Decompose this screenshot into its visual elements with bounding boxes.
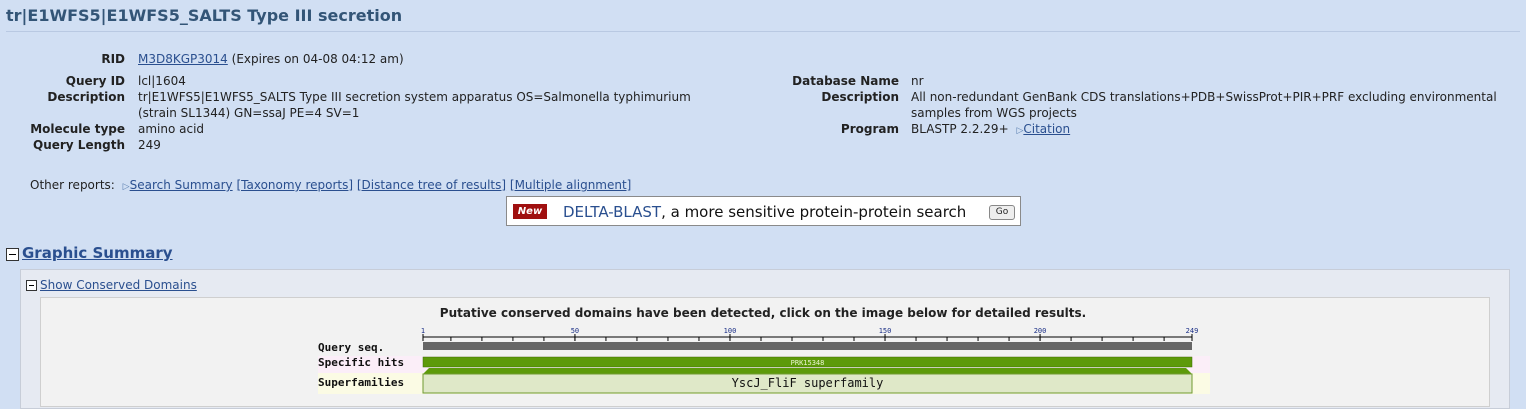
title-divider: [6, 31, 1520, 32]
rid-link[interactable]: M3D8KGP3014: [138, 52, 228, 66]
db-description-label: Description: [821, 90, 899, 104]
other-reports: Other reports: ▷Search Summary [Taxonomy…: [30, 178, 631, 192]
axis-tick-label: 249: [1186, 327, 1199, 335]
db-name-label: Database Name: [792, 74, 899, 88]
length-value: 249: [138, 138, 161, 152]
graphic-summary-header: Graphic Summary: [6, 244, 173, 262]
search-summary-link[interactable]: Search Summary: [130, 178, 233, 192]
program-value: BLASTP 2.2.29+: [911, 122, 1009, 136]
axis-tick-label: 150: [879, 327, 892, 335]
program-row: Program BLASTP 2.2.29+ ▷Citation: [0, 121, 1520, 137]
collapse-icon[interactable]: [6, 248, 19, 261]
show-conserved-domains-link[interactable]: Show Conserved Domains: [40, 278, 197, 292]
new-badge: New: [513, 204, 547, 219]
graphic-summary-title[interactable]: Graphic Summary: [22, 244, 173, 262]
delta-blast-text: DELTA-BLAST, a more sensitive protein-pr…: [563, 203, 966, 221]
citation-link[interactable]: Citation: [1023, 122, 1070, 136]
rid-label: RID: [101, 52, 125, 66]
db-description-row: Description All non-redundant GenBank CD…: [0, 89, 1520, 121]
delta-blast-banner: New DELTA-BLAST, a more sensitive protei…: [506, 196, 1021, 226]
domain-track[interactable]: 1 50 100 150 200 249PRK15348YscJ_FliF superfa…: [318, 326, 1210, 404]
other-reports-label: Other reports:: [30, 178, 115, 192]
conserved-domains-graphic[interactable]: Query seq. Specific hits Superfamilies 1…: [318, 326, 1210, 404]
rid-expires: (Expires on 04-08 04:12 am): [231, 52, 404, 66]
delta-blast-link[interactable]: DELTA-BLAST: [563, 203, 661, 221]
db-name-value: nr: [911, 74, 924, 88]
page-title: tr|E1WFS5|E1WFS5_SALTS Type III secretio…: [6, 6, 403, 25]
collapse-icon[interactable]: [26, 280, 37, 291]
triangle-right-icon: ▷: [122, 182, 130, 192]
db-description-line1: All non-redundant GenBank CDS translatio…: [911, 90, 1497, 104]
axis-tick-label: 1: [421, 327, 425, 335]
distance-tree-link[interactable]: [Distance tree of results]: [357, 178, 506, 192]
multiple-alignment-link[interactable]: [Multiple alignment]: [510, 178, 631, 192]
query-seq-bar: [423, 342, 1192, 350]
axis-tick-label: 200: [1034, 327, 1047, 335]
show-conserved-domains: Show Conserved Domains: [26, 278, 197, 292]
superfamily-connector: [423, 368, 1192, 374]
taxonomy-reports-link[interactable]: [Taxonomy reports]: [236, 178, 353, 192]
axis-tick-label: 50: [571, 327, 579, 335]
db-description-line2: samples from WGS projects: [911, 106, 1077, 120]
rid-row: RID M3D8KGP3014 (Expires on 04-08 04:12 …: [0, 51, 760, 67]
length-label: Query Length: [33, 138, 125, 152]
length-row: Query Length 249: [0, 137, 760, 153]
conserved-domains-message: Putative conserved domains have been det…: [439, 306, 1087, 320]
delta-blast-tagline: , a more sensitive protein-protein searc…: [661, 203, 967, 221]
program-label: Program: [840, 122, 899, 136]
go-button[interactable]: Go: [989, 205, 1015, 220]
specific-hit-label: PRK15348: [791, 359, 825, 367]
superfamily-label: YscJ_FliF superfamily: [732, 376, 884, 390]
db-name-row: Database Name nr: [0, 73, 1520, 89]
axis-tick-label: 100: [724, 327, 737, 335]
